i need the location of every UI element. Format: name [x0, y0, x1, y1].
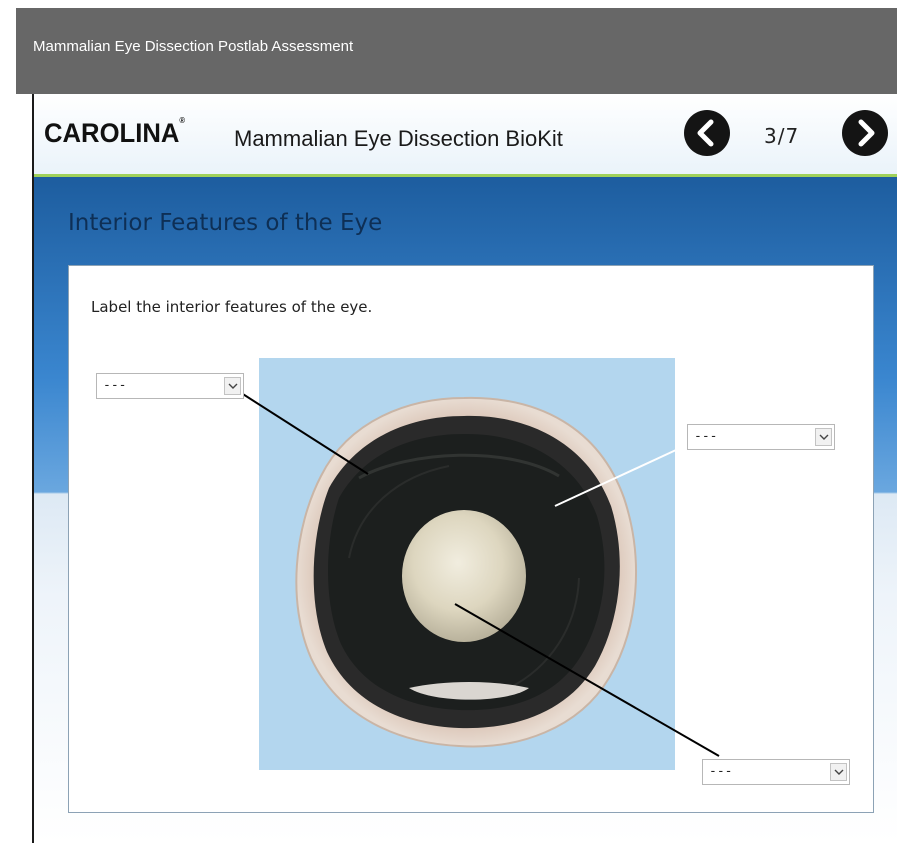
label-dropdown-left[interactable]: ---: [96, 373, 244, 399]
chevron-down-icon[interactable]: [224, 377, 241, 395]
question-instruction: Label the interior features of the eye.: [91, 298, 373, 316]
chevron-right-icon: [858, 119, 875, 147]
next-page-button[interactable]: [842, 110, 888, 156]
chevron-down-icon[interactable]: [815, 428, 832, 446]
app-title: Mammalian Eye Dissection Postlab Assessm…: [33, 38, 354, 55]
app-title-bar: Mammalian Eye Dissection Postlab Assessm…: [16, 8, 897, 94]
assessment-frame: CAROLINA® Mammalian Eye Dissection BioKi…: [32, 94, 897, 843]
chevron-down-icon[interactable]: [830, 763, 847, 781]
previous-page-button[interactable]: [684, 110, 730, 156]
kit-header: CAROLINA® Mammalian Eye Dissection BioKi…: [34, 94, 897, 177]
label-dropdown-value: ---: [709, 764, 733, 779]
logo-registered-mark: ®: [179, 116, 185, 125]
label-dropdown-value: ---: [103, 378, 127, 393]
eye-dissection-photo: [259, 358, 675, 770]
question-card: Label the interior features of the eye.: [68, 265, 874, 813]
page-indicator: 3/7: [764, 124, 800, 148]
chevron-left-icon: [697, 119, 714, 147]
kit-title: Mammalian Eye Dissection BioKit: [234, 126, 563, 151]
section-title: Interior Features of the Eye: [68, 210, 383, 236]
logo-text: CAROLINA: [44, 118, 180, 148]
label-dropdown-bottom[interactable]: ---: [702, 759, 850, 785]
label-dropdown-right[interactable]: ---: [687, 424, 835, 450]
carolina-logo: CAROLINA®: [44, 116, 185, 149]
label-dropdown-value: ---: [694, 429, 718, 444]
